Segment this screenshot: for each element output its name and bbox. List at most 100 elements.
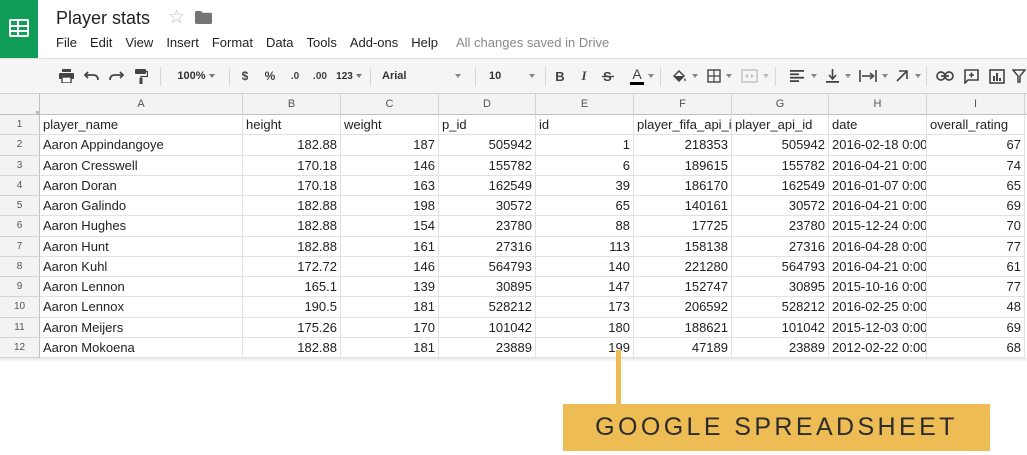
table-cell[interactable]: Aaron Hunt: [40, 236, 243, 257]
table-cell[interactable]: 165.1: [243, 277, 341, 298]
column-header-d[interactable]: D: [439, 94, 536, 115]
table-cell[interactable]: 67: [927, 135, 1025, 156]
table-cell[interactable]: 173: [536, 297, 634, 318]
row-header[interactable]: 3: [0, 155, 40, 176]
table-cell[interactable]: 101042: [439, 317, 536, 338]
table-cell[interactable]: 181: [341, 297, 439, 318]
table-cell[interactable]: 77: [927, 236, 1025, 257]
menu-tools[interactable]: Tools: [306, 35, 336, 51]
table-cell[interactable]: 170.18: [243, 155, 341, 176]
menu-view[interactable]: View: [125, 35, 153, 51]
table-cell[interactable]: Aaron Hughes: [40, 216, 243, 237]
valign-icon[interactable]: [822, 59, 842, 93]
table-cell[interactable]: 69: [927, 317, 1025, 338]
table-cell[interactable]: 68: [927, 337, 1025, 358]
row-header[interactable]: 2: [0, 135, 40, 156]
filter-icon[interactable]: [1012, 59, 1027, 93]
column-header-f[interactable]: F: [634, 94, 732, 115]
table-cell[interactable]: 1: [536, 135, 634, 156]
menu-help[interactable]: Help: [411, 35, 438, 51]
table-cell[interactable]: 17725: [634, 216, 732, 237]
link-icon[interactable]: [934, 59, 956, 93]
table-cell[interactable]: 2016-04-21 0:00:: [829, 155, 927, 176]
increase-decimals-button[interactable]: .00: [309, 59, 331, 93]
menu-insert[interactable]: Insert: [166, 35, 199, 51]
table-cell[interactable]: 152747: [634, 277, 732, 298]
table-cell[interactable]: 146: [341, 256, 439, 277]
table-cell[interactable]: 182.88: [243, 236, 341, 257]
table-cell[interactable]: 564793: [732, 256, 829, 277]
row-header[interactable]: 11: [0, 317, 40, 338]
table-cell[interactable]: 2016-04-21 0:00:: [829, 256, 927, 277]
print-icon[interactable]: [56, 59, 76, 93]
row-header[interactable]: 7: [0, 236, 40, 257]
table-cell[interactable]: 180: [536, 317, 634, 338]
table-cell[interactable]: 140: [536, 256, 634, 277]
column-title-cell[interactable]: player_name: [40, 115, 243, 136]
table-cell[interactable]: 27316: [439, 236, 536, 257]
percent-format-button[interactable]: %: [261, 59, 279, 93]
merge-cells-icon[interactable]: [737, 59, 761, 93]
row-header[interactable]: 12: [0, 337, 40, 358]
column-header-h[interactable]: H: [829, 94, 927, 115]
table-cell[interactable]: 162549: [439, 175, 536, 196]
column-header-g[interactable]: G: [732, 94, 829, 115]
column-header-c[interactable]: C: [341, 94, 439, 115]
table-cell[interactable]: Aaron Meijers: [40, 317, 243, 338]
table-cell[interactable]: 48: [927, 297, 1025, 318]
row-header[interactable]: 9: [0, 277, 40, 298]
table-cell[interactable]: 2015-12-03 0:00:: [829, 317, 927, 338]
column-title-cell[interactable]: player_fifa_api_id: [634, 115, 732, 136]
column-header-a[interactable]: A: [40, 94, 243, 115]
table-cell[interactable]: 2015-10-16 0:00:: [829, 277, 927, 298]
table-cell[interactable]: 186170: [634, 175, 732, 196]
row-header[interactable]: 4: [0, 175, 40, 196]
table-cell[interactable]: 113: [536, 236, 634, 257]
menu-edit[interactable]: Edit: [90, 35, 112, 51]
table-cell[interactable]: 198: [341, 196, 439, 217]
paint-format-icon[interactable]: [131, 59, 151, 93]
decrease-decimals-button[interactable]: .0: [285, 59, 305, 93]
column-title-cell[interactable]: id: [536, 115, 634, 136]
column-title-cell[interactable]: weight: [341, 115, 439, 136]
table-cell[interactable]: 564793: [439, 256, 536, 277]
table-cell[interactable]: Aaron Cresswell: [40, 155, 243, 176]
table-cell[interactable]: 528212: [439, 297, 536, 318]
table-cell[interactable]: 70: [927, 216, 1025, 237]
table-cell[interactable]: 2016-02-18 0:00:: [829, 135, 927, 156]
table-cell[interactable]: 190.5: [243, 297, 341, 318]
table-cell[interactable]: 189615: [634, 155, 732, 176]
table-cell[interactable]: 182.88: [243, 337, 341, 358]
table-cell[interactable]: 163: [341, 175, 439, 196]
more-formats-dropdown[interactable]: 123: [334, 59, 364, 93]
table-cell[interactable]: Aaron Lennon: [40, 277, 243, 298]
fill-color-icon[interactable]: [668, 59, 692, 93]
italic-button[interactable]: I: [575, 59, 593, 93]
comment-icon[interactable]: [961, 59, 981, 93]
table-cell[interactable]: Aaron Doran: [40, 175, 243, 196]
table-cell[interactable]: 188621: [634, 317, 732, 338]
table-cell[interactable]: 170.18: [243, 175, 341, 196]
currency-format-button[interactable]: $: [237, 59, 253, 93]
table-cell[interactable]: 175.26: [243, 317, 341, 338]
column-title-cell[interactable]: overall_rating: [927, 115, 1025, 136]
table-cell[interactable]: 528212: [732, 297, 829, 318]
menu-file[interactable]: File: [56, 35, 77, 51]
chart-icon[interactable]: [986, 59, 1008, 93]
zoom-dropdown[interactable]: 100%: [167, 59, 225, 93]
column-title-cell[interactable]: height: [243, 115, 341, 136]
table-cell[interactable]: Aaron Kuhl: [40, 256, 243, 277]
table-cell[interactable]: 182.88: [243, 216, 341, 237]
column-header-e[interactable]: E: [536, 94, 634, 115]
table-cell[interactable]: 69: [927, 196, 1025, 217]
row-header[interactable]: 8: [0, 256, 40, 277]
table-cell[interactable]: 182.88: [243, 135, 341, 156]
table-cell[interactable]: 23780: [439, 216, 536, 237]
table-cell[interactable]: 30572: [439, 196, 536, 217]
row-header[interactable]: 5: [0, 196, 40, 217]
table-cell[interactable]: 61: [927, 256, 1025, 277]
text-wrap-icon[interactable]: [856, 59, 880, 93]
table-cell[interactable]: 2016-04-21 0:00:: [829, 196, 927, 217]
table-cell[interactable]: 147: [536, 277, 634, 298]
column-header-i[interactable]: I: [927, 94, 1025, 115]
